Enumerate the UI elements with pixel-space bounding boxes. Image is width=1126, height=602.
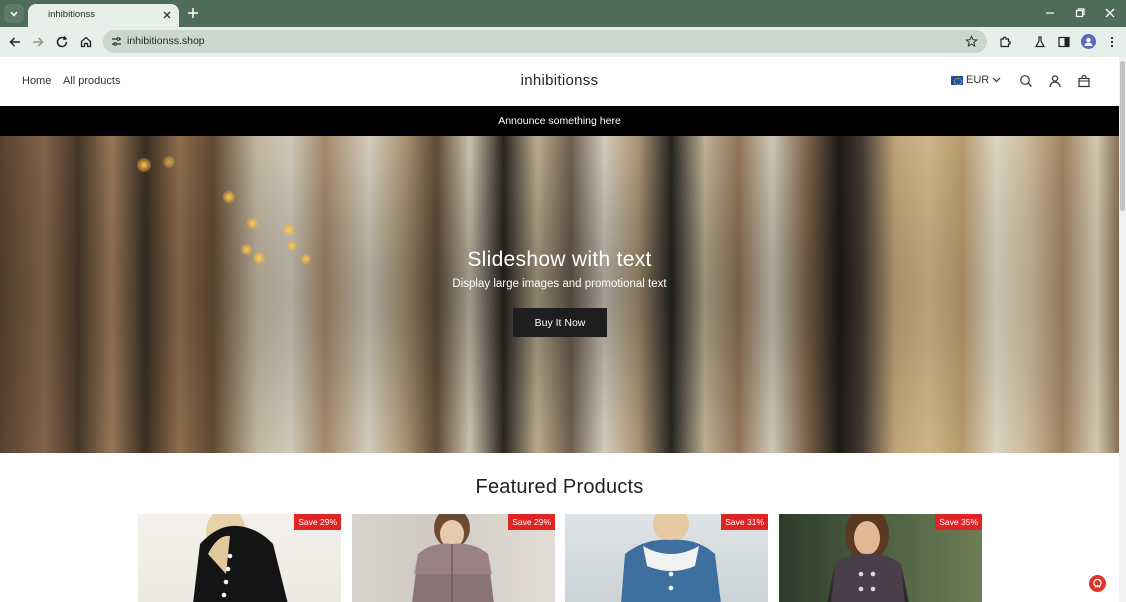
chevron-down-icon bbox=[10, 11, 18, 17]
site-info-icon[interactable] bbox=[110, 35, 123, 48]
site-header: Home All products inhibitionss EUR bbox=[0, 57, 1119, 106]
search-icon[interactable] bbox=[1019, 74, 1033, 88]
tab-title: inhibitionss bbox=[48, 9, 95, 20]
menu-kebab-icon[interactable] bbox=[1105, 35, 1119, 49]
hero-slideshow: Slideshow with text Display large images… bbox=[0, 136, 1119, 453]
bokeh-light bbox=[137, 158, 151, 172]
announcement-bar: Announce something here bbox=[0, 106, 1119, 136]
bookmark-star-icon[interactable] bbox=[965, 35, 978, 48]
tab-search-button[interactable] bbox=[4, 4, 24, 23]
hero-text: Slideshow with text Display large images… bbox=[0, 248, 1119, 290]
reload-icon[interactable] bbox=[55, 35, 69, 49]
chat-widget-button[interactable] bbox=[1089, 575, 1106, 592]
cart-bag-icon[interactable] bbox=[1077, 74, 1091, 88]
profile-avatar[interactable] bbox=[1081, 34, 1096, 49]
sale-badge: Save 31% bbox=[721, 514, 768, 530]
browser-toolbar: inhibitionss.shop bbox=[0, 27, 1126, 57]
home-icon[interactable] bbox=[79, 35, 93, 49]
product-card[interactable]: Save 31% bbox=[565, 514, 768, 602]
labs-flask-icon[interactable] bbox=[1033, 35, 1047, 49]
web-page: Home All products inhibitionss EUR Annou… bbox=[0, 57, 1119, 602]
hero-subtitle: Display large images and promotional tex… bbox=[452, 278, 667, 290]
currency-label: EUR bbox=[966, 74, 990, 86]
sale-badge: Save 35% bbox=[935, 514, 982, 530]
extensions-icon[interactable] bbox=[998, 35, 1012, 49]
page-scrollbar[interactable] bbox=[1119, 57, 1126, 602]
browser-tab[interactable]: inhibitionss bbox=[28, 4, 179, 27]
forward-icon[interactable] bbox=[31, 35, 45, 49]
sale-badge: Save 29% bbox=[294, 514, 341, 530]
minimize-icon[interactable] bbox=[1043, 6, 1057, 20]
user-icon bbox=[1084, 37, 1093, 46]
close-tab-icon[interactable] bbox=[161, 9, 173, 21]
account-icon[interactable] bbox=[1048, 74, 1062, 88]
bokeh-light bbox=[283, 224, 295, 236]
restore-icon[interactable] bbox=[1073, 6, 1087, 20]
side-panel-icon[interactable] bbox=[1057, 35, 1071, 49]
scrollbar-thumb[interactable] bbox=[1120, 61, 1125, 211]
address-bar[interactable]: inhibitionss.shop bbox=[103, 30, 987, 53]
hero-title: Slideshow with text bbox=[467, 248, 652, 271]
new-tab-icon[interactable] bbox=[186, 6, 200, 20]
sale-badge: Save 29% bbox=[508, 514, 555, 530]
currency-selector[interactable]: EUR bbox=[951, 74, 1001, 86]
buy-it-now-button[interactable]: Buy It Now bbox=[513, 308, 607, 337]
bokeh-light bbox=[223, 191, 235, 203]
featured-products-heading: Featured Products bbox=[475, 476, 644, 498]
hero-overlay bbox=[0, 136, 1119, 453]
url-text: inhibitionss.shop bbox=[127, 35, 205, 47]
product-card[interactable]: Save 29% bbox=[138, 514, 341, 602]
back-icon[interactable] bbox=[8, 35, 22, 49]
chevron-down-icon bbox=[992, 77, 1001, 83]
bokeh-light bbox=[247, 218, 258, 229]
close-window-icon[interactable] bbox=[1103, 6, 1117, 20]
chat-icon bbox=[1093, 578, 1102, 588]
product-card[interactable]: Save 29% bbox=[352, 514, 555, 602]
product-card[interactable]: Save 35% bbox=[779, 514, 982, 602]
browser-tab-bar: inhibitionss bbox=[0, 0, 1126, 27]
eu-flag-icon bbox=[951, 75, 963, 85]
bokeh-light bbox=[163, 156, 175, 168]
